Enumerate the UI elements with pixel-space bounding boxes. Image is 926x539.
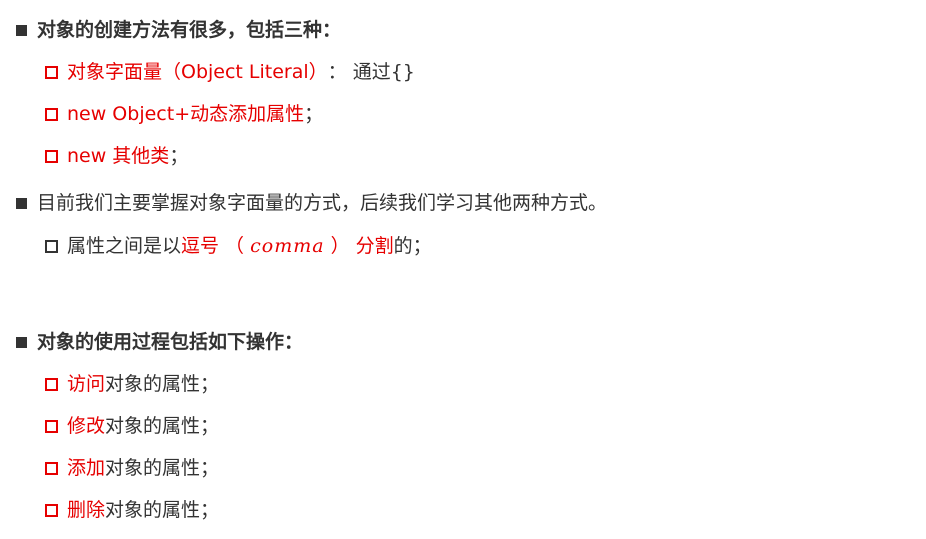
list-item: 对象字面量（Object Literal） ： 通过{} [45, 58, 415, 86]
item-text: 的； [393, 235, 432, 257]
section2-row: 目前我们主要掌握对象字面量的方式，后续我们学习其他两种方式。 [16, 189, 607, 217]
section3-heading-row: 对象的使用过程包括如下操作： [16, 328, 303, 356]
item-highlight: 删除 [67, 499, 106, 521]
item-highlight: new 其他类 [67, 145, 170, 167]
list-item: new Object+动态添加属性 ； [45, 100, 323, 128]
hollow-square-bullet-icon [45, 107, 58, 121]
item-text: 属性之间是以 [67, 235, 182, 257]
item-highlight: 修改 [67, 415, 106, 437]
item-highlight: 添加 [67, 457, 106, 479]
list-item: 属性之间是以 逗号 （ comma ） 分割 的； [45, 232, 432, 260]
square-bullet-icon [16, 24, 27, 36]
list-item: 删除 对象的属性； [45, 496, 219, 524]
hollow-square-bullet-icon [45, 377, 58, 391]
list-item: 修改 对象的属性； [45, 412, 219, 440]
item-highlight: ） 分割 [324, 235, 394, 257]
list-item: 添加 对象的属性； [45, 454, 219, 482]
item-highlight: 逗号 （ [181, 235, 251, 257]
list-item: 访问 对象的属性； [45, 370, 219, 398]
square-bullet-icon [16, 197, 27, 209]
item-text: 对象的属性； [105, 457, 220, 479]
item-text: 对象的属性； [105, 499, 220, 521]
item-script-highlight: comma [250, 235, 325, 257]
hollow-square-bullet-icon [45, 149, 58, 163]
hollow-square-bullet-icon [45, 65, 58, 79]
item-text: 对象的属性； [105, 373, 220, 395]
section3-heading: 对象的使用过程包括如下操作： [37, 331, 304, 353]
item-highlight: new Object+动态添加属性 [67, 103, 305, 125]
section2-text: 目前我们主要掌握对象字面量的方式，后续我们学习其他两种方式。 [37, 192, 608, 214]
hollow-square-bullet-icon [45, 419, 58, 433]
item-text: ： 通过{} [327, 61, 415, 83]
hollow-square-bullet-icon [45, 239, 58, 253]
list-item: new 其他类 ； [45, 142, 188, 170]
item-text: ； [169, 145, 189, 167]
hollow-square-bullet-icon [45, 503, 58, 517]
item-highlight: 对象字面量（Object Literal） [67, 61, 328, 83]
item-highlight: 访问 [67, 373, 106, 395]
section1-heading: 对象的创建方法有很多，包括三种： [37, 19, 342, 41]
hollow-square-bullet-icon [45, 461, 58, 475]
item-text: 对象的属性； [105, 415, 220, 437]
square-bullet-icon [16, 336, 27, 348]
section1-heading-row: 对象的创建方法有很多，包括三种： [16, 16, 341, 44]
item-text: ； [304, 103, 324, 125]
